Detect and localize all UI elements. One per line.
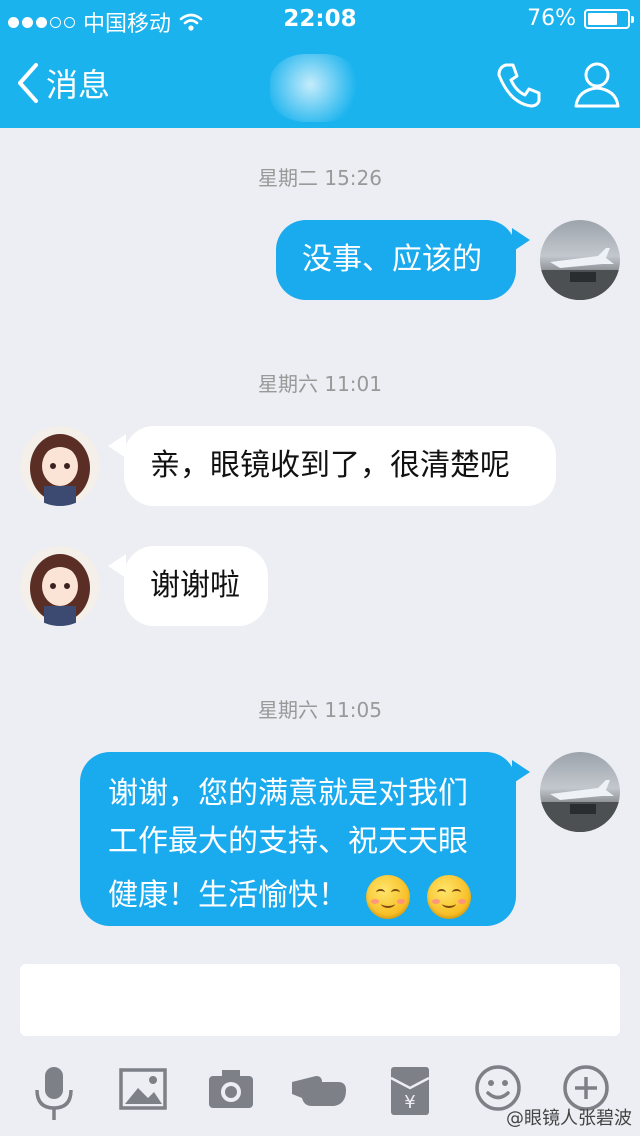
girl-illustration [30,434,90,506]
message-text-line: 谢谢，您的满意就是对我们 [108,776,468,811]
contact-avatar[interactable] [20,546,100,626]
message-input[interactable] [20,964,620,1036]
status-bar: 中国移动 22:08 76% [0,0,640,40]
status-right: 76% [527,6,634,31]
nav-bar: 消息 [0,40,640,128]
battery-fill [588,12,617,25]
contact-avatar[interactable] [20,426,100,506]
incoming-message-bubble[interactable]: 亲，眼镜收到了，很清楚呢 [124,426,556,506]
message-text-line: 工作最大的支持、祝天天眼 [108,824,468,859]
microphone-icon[interactable] [32,1064,76,1124]
airplane-photo [540,248,620,300]
bubble-tail [512,760,530,784]
weibo-watermark: @眼镜人张碧波 [506,1108,632,1129]
my-avatar[interactable] [540,752,620,832]
battery-icon [584,8,634,29]
contact-icon[interactable] [572,60,622,110]
chat-timestamp: 星期六 11:01 [258,372,382,396]
smile-emoji-icon [427,874,472,919]
image-icon[interactable] [118,1064,168,1114]
chevron-left-icon [18,63,38,103]
back-button[interactable]: 消息 [14,60,110,106]
smile-emoji-icon [365,874,410,919]
my-avatar[interactable] [540,220,620,300]
yen-symbol: ¥ [404,1092,415,1113]
message-text: 谢谢啦 [150,568,240,603]
battery-percent: 76% [527,6,576,31]
airplane-photo [540,780,620,832]
outgoing-message-bubble[interactable]: 没事、应该的 [276,220,516,300]
chat-timestamp: 星期六 11:05 [258,698,382,722]
poke-icon[interactable] [290,1064,350,1114]
incoming-message-bubble[interactable]: 谢谢啦 [124,546,268,626]
message-text-line: 健康！生活愉快！ [108,878,348,913]
camera-icon[interactable] [206,1064,256,1114]
phone-icon[interactable] [494,60,544,110]
girl-illustration [30,554,90,626]
contact-name-obscured [270,54,360,122]
message-text: 亲，眼镜收到了，很清楚呢 [150,448,510,483]
back-label: 消息 [46,66,111,104]
outgoing-message-bubble[interactable]: 谢谢，您的满意就是对我们 工作最大的支持、祝天天眼 健康！生活愉快！ [80,752,516,926]
bubble-tail [512,228,530,252]
message-text: 没事、应该的 [302,242,482,277]
chat-timestamp: 星期二 15:26 [258,166,382,190]
message-text-line-with-emoji: 健康！生活愉快！ [108,872,516,920]
red-envelope-icon[interactable]: ¥ [388,1064,432,1118]
